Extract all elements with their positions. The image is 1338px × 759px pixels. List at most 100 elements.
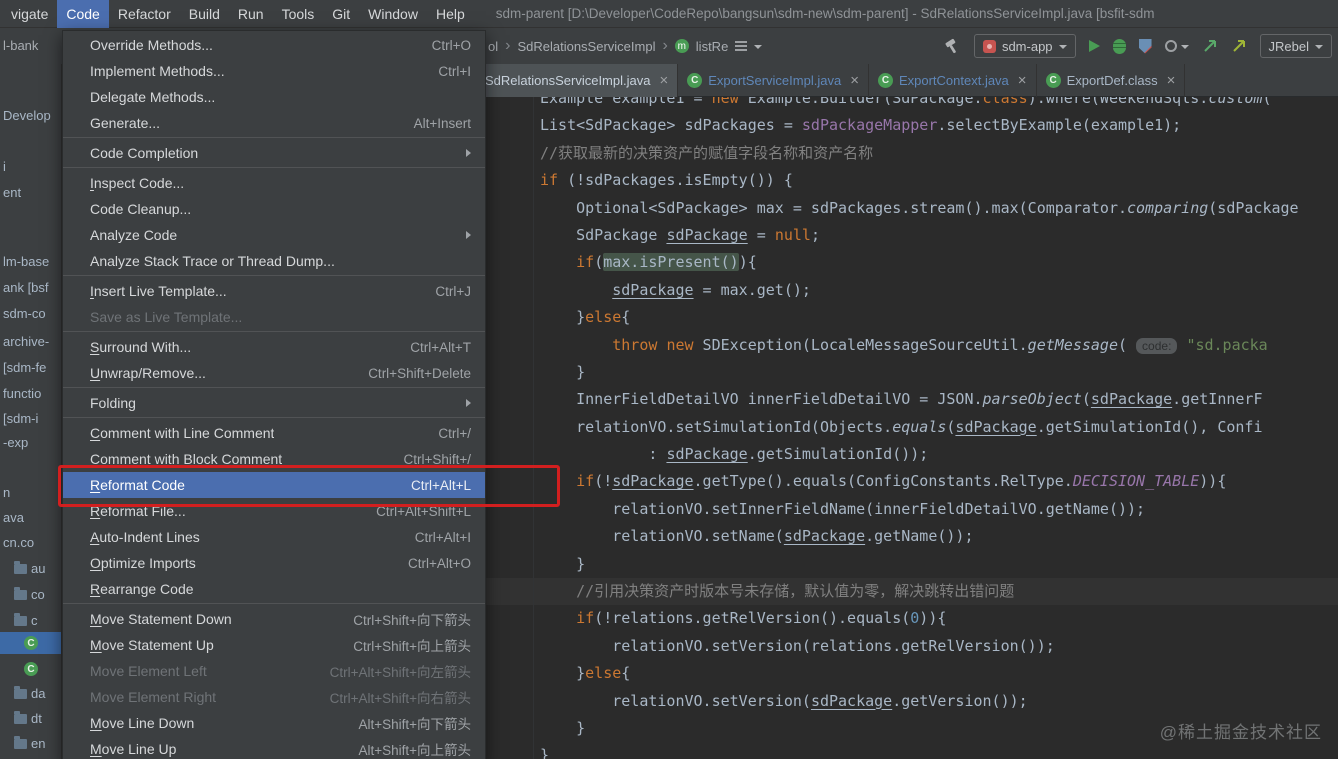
tree-item-au[interactable]: au xyxy=(0,557,61,579)
tab-exportcontext-java[interactable]: C ExportContext.java × xyxy=(869,64,1037,97)
code-token: .getInnerF xyxy=(1172,390,1263,409)
tree-item-exp[interactable]: -exp xyxy=(0,431,61,453)
menu-item-move-statement-up[interactable]: Move Statement Up Ctrl+Shift+向上箭头 xyxy=(63,632,485,658)
tree-item-class[interactable]: C xyxy=(0,632,61,654)
build-hammer-icon[interactable] xyxy=(944,38,961,55)
tree-item-ava[interactable]: ava xyxy=(0,506,61,528)
tree-item-cn-co[interactable]: cn.co xyxy=(0,531,61,553)
tab-label: ExportServiceImpl.java xyxy=(708,73,842,88)
coverage-button[interactable] xyxy=(1138,38,1152,54)
class-icon: C xyxy=(24,636,38,650)
close-icon[interactable]: × xyxy=(659,73,668,88)
menu-separator xyxy=(63,331,485,332)
tree-item-label: lm-base xyxy=(3,253,50,269)
tree-item-c[interactable]: c xyxy=(0,609,61,631)
tree-item-ent[interactable]: ent xyxy=(0,181,61,203)
menubar-item-run[interactable]: Run xyxy=(229,0,273,28)
jrebel-run-icon[interactable] xyxy=(1202,38,1218,54)
menu-item-optimize-imports[interactable]: Optimize Imports Ctrl+Alt+O xyxy=(63,550,485,576)
tree-item-develop[interactable]: Develop xyxy=(0,104,61,126)
menu-item-rearrange-code[interactable]: Rearrange Code xyxy=(63,576,485,602)
debug-button[interactable] xyxy=(1112,38,1126,54)
tab-exportdef-class[interactable]: C ExportDef.class × xyxy=(1037,64,1186,97)
tree-item-sdm-i[interactable]: [sdm-i xyxy=(0,407,61,429)
class-icon: C xyxy=(1045,73,1061,88)
tree-item-label: i xyxy=(3,158,6,174)
menu-item-shortcut: Ctrl+Alt+T xyxy=(410,339,471,355)
code-token: relationVO.setName( xyxy=(540,527,784,546)
tree-item-n[interactable]: n xyxy=(0,481,61,503)
menu-item-auto-indent-lines[interactable]: Auto-Indent Lines Ctrl+Alt+I xyxy=(63,524,485,550)
annotation-rectangle xyxy=(58,465,560,507)
menu-item-move-line-down[interactable]: Move Line Down Alt+Shift+向下箭头 xyxy=(63,710,485,736)
menu-item-delegate-methods[interactable]: Delegate Methods... xyxy=(63,84,485,110)
menu-item-implement-methods[interactable]: Implement Methods... Ctrl+I xyxy=(63,58,485,84)
menu-item-move-line-up[interactable]: Move Line Up Alt+Shift+向上箭头 xyxy=(63,736,485,759)
tree-item-functio[interactable]: functio xyxy=(0,382,61,404)
tree-item-ank-bsf[interactable]: ank [bsf xyxy=(0,276,61,298)
run-config-select[interactable]: sdm-app xyxy=(973,34,1076,58)
menu-item-unwrap-remove[interactable]: Unwrap/Remove... Ctrl+Shift+Delete xyxy=(63,360,485,386)
code-token: } xyxy=(540,308,586,327)
menubar-item-window[interactable]: Window xyxy=(359,0,427,28)
menubar-item-code[interactable]: Code xyxy=(57,0,109,28)
tree-item-label: ent xyxy=(3,184,22,200)
menu-item-label: Unwrap/Remove... xyxy=(90,365,206,381)
menu-item-code-completion[interactable]: Code Completion xyxy=(63,140,485,166)
menu-item-insert-live-template[interactable]: Insert Live Template... Ctrl+J xyxy=(63,278,485,304)
close-icon[interactable]: × xyxy=(1018,73,1027,88)
menu-item-label: Delegate Methods... xyxy=(90,89,216,105)
menu-item-move-statement-down[interactable]: Move Statement Down Ctrl+Shift+向下箭头 xyxy=(63,606,485,632)
tree-item-da[interactable]: da xyxy=(0,682,61,704)
tree-item-dt[interactable]: dt xyxy=(0,707,61,729)
run-button[interactable] xyxy=(1088,40,1100,52)
menu-item-surround-with[interactable]: Surround With... Ctrl+Alt+T xyxy=(63,334,485,360)
menu-item-comment-with-line-comment[interactable]: Comment with Line Comment Ctrl+/ xyxy=(63,420,485,446)
menu-item-inspect-code[interactable]: Inspect Code... xyxy=(63,170,485,196)
profiler-button[interactable] xyxy=(1164,40,1189,52)
menu-item-override-methods[interactable]: Override Methods... Ctrl+O xyxy=(63,32,485,58)
menu-item-generate[interactable]: Generate... Alt+Insert xyxy=(63,110,485,136)
tab-exportserviceimpl-java[interactable]: C ExportServiceImpl.java × xyxy=(678,64,869,97)
tree-item-archive[interactable]: archive- xyxy=(0,330,61,352)
tree-item-sdm-fe[interactable]: [sdm-fe xyxy=(0,356,61,378)
menubar-item-help[interactable]: Help xyxy=(427,0,474,28)
parameter-hint: code: xyxy=(1136,337,1178,354)
breadcrumb-member[interactable]: listRe xyxy=(696,39,729,54)
breadcrumb-class[interactable]: SdRelationsServiceImpl xyxy=(517,39,655,54)
menubar-item-git[interactable]: Git xyxy=(323,0,359,28)
menu-bar: vigate Code Refactor Build Run Tools Git Window… xyxy=(0,0,1338,28)
close-icon[interactable]: × xyxy=(1167,73,1176,88)
menu-item-analyze-code[interactable]: Analyze Code xyxy=(63,222,485,248)
menu-item-code-cleanup[interactable]: Code Cleanup... xyxy=(63,196,485,222)
menubar-item-build[interactable]: Build xyxy=(180,0,229,28)
breadcrumb-item[interactable]: ol xyxy=(488,39,498,54)
jrebel-select[interactable]: JRebel xyxy=(1259,34,1332,58)
tree-item-class[interactable]: C xyxy=(0,658,61,680)
code-token: ( xyxy=(594,253,604,272)
menu-item-folding[interactable]: Folding xyxy=(63,390,485,416)
tree-item-en[interactable]: en xyxy=(0,732,61,754)
code-token: else xyxy=(585,308,622,327)
menubar-item-tools[interactable]: Tools xyxy=(273,0,324,28)
tree-item-i[interactable]: i xyxy=(0,155,61,177)
run-config-icon xyxy=(982,39,996,53)
menu-item-shortcut: Ctrl+Shift+向上箭头 xyxy=(353,639,471,654)
close-icon[interactable]: × xyxy=(850,73,859,88)
tab-sdrelationsserviceimpl-java[interactable]: CSdRelationsServiceImpl.java× xyxy=(455,64,679,97)
tree-item-label: co xyxy=(31,586,45,602)
code-token: } xyxy=(540,746,550,759)
tree-item-co[interactable]: co xyxy=(0,583,61,605)
jrebel-debug-icon[interactable] xyxy=(1231,38,1247,54)
menubar-item-vigate[interactable]: vigate xyxy=(2,0,57,28)
tree-item-lm-base[interactable]: lm-base xyxy=(0,250,61,272)
tree-item-sdm-co[interactable]: sdm-co xyxy=(0,302,61,324)
menu-item-label: Inspect Code... xyxy=(90,175,185,191)
menu-item-label: Folding xyxy=(90,395,136,411)
code-token: sdPackage xyxy=(810,691,893,710)
usages-icon[interactable] xyxy=(735,41,748,51)
menubar-item-refactor[interactable]: Refactor xyxy=(109,0,180,28)
breadcrumb-left-fragment[interactable]: l-bank xyxy=(3,28,38,64)
menu-item-analyze-stack-trace-or-thread-dump[interactable]: Analyze Stack Trace or Thread Dump... xyxy=(63,248,485,274)
